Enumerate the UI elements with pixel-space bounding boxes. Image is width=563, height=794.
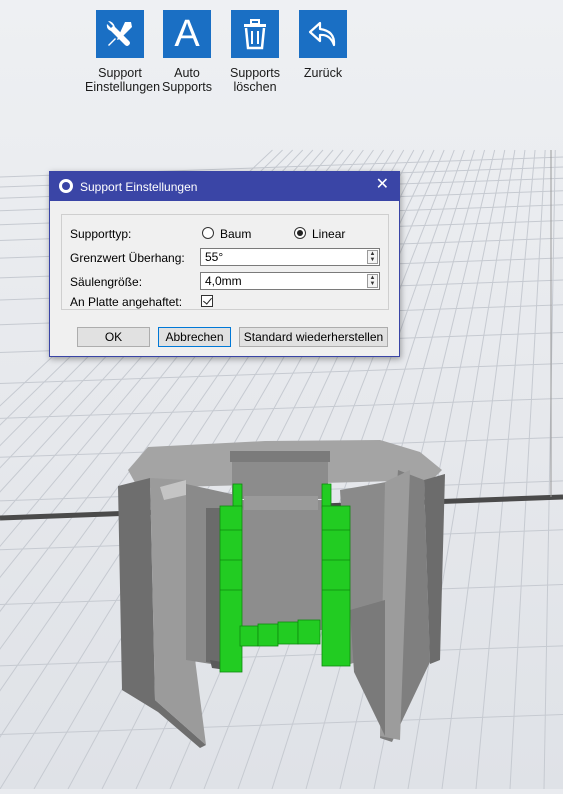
auto-supports-label: Auto Supports	[161, 66, 213, 94]
saeulengroesse-label: Säulengröße:	[70, 275, 143, 289]
saeulengroesse-spinbox[interactable]: 4,0mm ▲ ▼	[200, 272, 380, 290]
grenzwert-value: 55°	[205, 250, 224, 264]
radio-baum-label[interactable]: Baum	[220, 227, 251, 241]
spin-arrows-icon[interactable]: ▲ ▼	[367, 250, 378, 264]
3d-viewport[interactable]	[0, 0, 563, 794]
grenzwert-label: Grenzwert Überhang:	[70, 251, 185, 265]
trash-icon	[231, 10, 279, 58]
radio-linear[interactable]	[294, 227, 306, 239]
cancel-button[interactable]: Abbrechen	[158, 327, 231, 347]
auto-supports-button[interactable]: A Auto Supports	[152, 10, 222, 94]
dialog-title: Support Einstellungen	[80, 180, 198, 194]
spin-arrows-icon[interactable]: ▲ ▼	[367, 274, 378, 288]
support-settings-label: Support Einstellungen	[85, 66, 161, 94]
tools-icon	[96, 10, 144, 58]
supporttyp-label: Supporttyp:	[70, 227, 132, 241]
radio-linear-label[interactable]: Linear	[312, 227, 345, 241]
radio-baum[interactable]	[202, 227, 214, 239]
app-icon	[59, 179, 73, 193]
back-label: Zurück	[303, 66, 343, 80]
support-settings-button[interactable]: Support Einstellungen	[85, 10, 161, 94]
platte-label: An Platte angehaftet:	[70, 295, 183, 309]
grenzwert-spinbox[interactable]: 55° ▲ ▼	[200, 248, 380, 266]
support-settings-dialog: Support Einstellungen ✕ Supporttyp: Baum…	[49, 171, 400, 357]
settings-group: Supporttyp: Baum Linear Grenzwert Überha…	[61, 214, 389, 310]
back-arrow-icon	[299, 10, 347, 58]
delete-supports-button[interactable]: Supports löschen	[220, 10, 290, 94]
saeulengroesse-value: 4,0mm	[205, 274, 242, 288]
auto-supports-icon: A	[163, 10, 211, 58]
reset-defaults-button[interactable]: Standard wiederherstellen	[239, 327, 388, 347]
build-plate-grid	[0, 0, 563, 794]
dialog-titlebar[interactable]: Support Einstellungen ✕	[50, 172, 399, 201]
ok-button[interactable]: OK	[77, 327, 150, 347]
delete-supports-label: Supports löschen	[229, 66, 281, 94]
back-button[interactable]: Zurück	[288, 10, 358, 80]
close-icon[interactable]: ✕	[376, 177, 389, 193]
platte-checkbox[interactable]	[201, 295, 213, 307]
